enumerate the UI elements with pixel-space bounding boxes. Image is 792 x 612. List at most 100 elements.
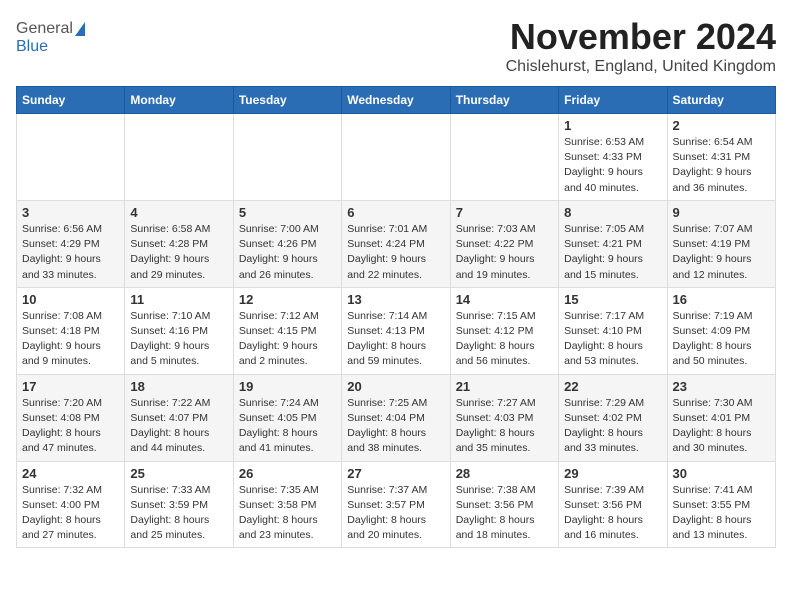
location-title: Chislehurst, England, United Kingdom	[506, 58, 776, 76]
day-info: Sunrise: 7:37 AM Sunset: 3:57 PM Dayligh…	[347, 483, 444, 544]
calendar-cell: 23 Sunrise: 7:30 AM Sunset: 4:01 PM Dayli…	[667, 374, 775, 461]
title-area: November 2024 Chislehurst, England, Unit…	[506, 16, 776, 76]
calendar-cell: 14 Sunrise: 7:15 AM Sunset: 4:12 PM Dayli…	[450, 287, 558, 374]
day-number: 2	[673, 118, 770, 133]
day-info: Sunrise: 7:17 AM Sunset: 4:10 PM Dayligh…	[564, 309, 661, 370]
day-info: Sunrise: 6:58 AM Sunset: 4:28 PM Dayligh…	[130, 222, 227, 283]
calendar-cell: 1Sunrise: 6:53 AM Sunset: 4:33 PM Daylig…	[559, 114, 667, 201]
day-info: Sunrise: 7:32 AM Sunset: 4:00 PM Dayligh…	[22, 483, 119, 544]
day-info: Sunrise: 7:22 AM Sunset: 4:07 PM Dayligh…	[130, 396, 227, 457]
logo-triangle-icon	[75, 22, 85, 36]
day-number: 3	[22, 205, 119, 220]
day-number: 11	[130, 292, 227, 307]
day-info: Sunrise: 7:12 AM Sunset: 4:15 PM Dayligh…	[239, 309, 336, 370]
col-saturday: Saturday	[667, 87, 775, 114]
day-info: Sunrise: 7:19 AM Sunset: 4:09 PM Dayligh…	[673, 309, 770, 370]
day-info: Sunrise: 6:56 AM Sunset: 4:29 PM Dayligh…	[22, 222, 119, 283]
calendar-cell: 20Sunrise: 7:25 AM Sunset: 4:04 PM Dayli…	[342, 374, 450, 461]
col-sunday: Sunday	[17, 87, 125, 114]
calendar-cell: 19 Sunrise: 7:24 AM Sunset: 4:05 PM Dayli…	[233, 374, 341, 461]
day-info: Sunrise: 7:24 AM Sunset: 4:05 PM Dayligh…	[239, 396, 336, 457]
day-info: Sunrise: 7:29 AM Sunset: 4:02 PM Dayligh…	[564, 396, 661, 457]
day-number: 27	[347, 466, 444, 481]
day-number: 14	[456, 292, 553, 307]
calendar-cell: 4 Sunrise: 6:58 AM Sunset: 4:28 PM Daylig…	[125, 200, 233, 287]
logo: General Blue	[16, 20, 85, 56]
day-number: 9	[673, 205, 770, 220]
calendar-cell: 5 Sunrise: 7:00 AM Sunset: 4:26 PM Daylig…	[233, 200, 341, 287]
calendar-cell: 22 Sunrise: 7:29 AM Sunset: 4:02 PM Dayli…	[559, 374, 667, 461]
day-info: Sunrise: 7:01 AM Sunset: 4:24 PM Dayligh…	[347, 222, 444, 283]
calendar-cell: 16 Sunrise: 7:19 AM Sunset: 4:09 PM Dayli…	[667, 287, 775, 374]
day-number: 4	[130, 205, 227, 220]
logo-general-text: General	[16, 20, 73, 38]
calendar-week-row: 3 Sunrise: 6:56 AM Sunset: 4:29 PM Daylig…	[17, 200, 776, 287]
day-info: Sunrise: 6:54 AM Sunset: 4:31 PM Dayligh…	[673, 135, 770, 196]
day-info: Sunrise: 7:25 AM Sunset: 4:04 PM Dayligh…	[347, 396, 444, 457]
day-number: 26	[239, 466, 336, 481]
col-tuesday: Tuesday	[233, 87, 341, 114]
day-number: 13	[347, 292, 444, 307]
day-number: 5	[239, 205, 336, 220]
day-number: 18	[130, 379, 227, 394]
day-number: 12	[239, 292, 336, 307]
calendar-week-row: 24Sunrise: 7:32 AM Sunset: 4:00 PM Dayli…	[17, 461, 776, 548]
day-info: Sunrise: 7:30 AM Sunset: 4:01 PM Dayligh…	[673, 396, 770, 457]
day-number: 8	[564, 205, 661, 220]
calendar-week-row: 17Sunrise: 7:20 AM Sunset: 4:08 PM Dayli…	[17, 374, 776, 461]
day-info: Sunrise: 7:00 AM Sunset: 4:26 PM Dayligh…	[239, 222, 336, 283]
day-number: 22	[564, 379, 661, 394]
day-number: 10	[22, 292, 119, 307]
col-thursday: Thursday	[450, 87, 558, 114]
day-number: 25	[130, 466, 227, 481]
day-info: Sunrise: 7:07 AM Sunset: 4:19 PM Dayligh…	[673, 222, 770, 283]
calendar-cell: 27 Sunrise: 7:37 AM Sunset: 3:57 PM Dayli…	[342, 461, 450, 548]
calendar-table: Sunday Monday Tuesday Wednesday Thursday…	[16, 86, 776, 548]
calendar-cell	[125, 114, 233, 201]
calendar-cell: 12 Sunrise: 7:12 AM Sunset: 4:15 PM Dayli…	[233, 287, 341, 374]
day-info: Sunrise: 7:41 AM Sunset: 3:55 PM Dayligh…	[673, 483, 770, 544]
calendar-cell: 17Sunrise: 7:20 AM Sunset: 4:08 PM Dayli…	[17, 374, 125, 461]
col-wednesday: Wednesday	[342, 87, 450, 114]
header-row: Sunday Monday Tuesday Wednesday Thursday…	[17, 87, 776, 114]
calendar-cell: 6 Sunrise: 7:01 AM Sunset: 4:24 PM Daylig…	[342, 200, 450, 287]
calendar-week-row: 10 Sunrise: 7:08 AM Sunset: 4:18 PM Dayli…	[17, 287, 776, 374]
col-friday: Friday	[559, 87, 667, 114]
day-number: 29	[564, 466, 661, 481]
logo-blue-text: Blue	[16, 38, 48, 56]
day-number: 28	[456, 466, 553, 481]
calendar-cell: 8Sunrise: 7:05 AM Sunset: 4:21 PM Daylig…	[559, 200, 667, 287]
calendar-cell: 24Sunrise: 7:32 AM Sunset: 4:00 PM Dayli…	[17, 461, 125, 548]
day-number: 19	[239, 379, 336, 394]
day-info: Sunrise: 7:33 AM Sunset: 3:59 PM Dayligh…	[130, 483, 227, 544]
calendar-cell	[233, 114, 341, 201]
calendar-cell: 13Sunrise: 7:14 AM Sunset: 4:13 PM Dayli…	[342, 287, 450, 374]
month-title: November 2024	[506, 16, 776, 58]
day-number: 6	[347, 205, 444, 220]
calendar-cell	[342, 114, 450, 201]
calendar-cell: 26Sunrise: 7:35 AM Sunset: 3:58 PM Dayli…	[233, 461, 341, 548]
day-number: 23	[673, 379, 770, 394]
calendar-cell: 7 Sunrise: 7:03 AM Sunset: 4:22 PM Daylig…	[450, 200, 558, 287]
col-monday: Monday	[125, 87, 233, 114]
day-number: 1	[564, 118, 661, 133]
day-number: 16	[673, 292, 770, 307]
calendar-cell: 18 Sunrise: 7:22 AM Sunset: 4:07 PM Dayli…	[125, 374, 233, 461]
day-info: Sunrise: 7:15 AM Sunset: 4:12 PM Dayligh…	[456, 309, 553, 370]
calendar-week-row: 1Sunrise: 6:53 AM Sunset: 4:33 PM Daylig…	[17, 114, 776, 201]
calendar-cell: 11Sunrise: 7:10 AM Sunset: 4:16 PM Dayli…	[125, 287, 233, 374]
day-number: 30	[673, 466, 770, 481]
day-info: Sunrise: 7:38 AM Sunset: 3:56 PM Dayligh…	[456, 483, 553, 544]
calendar-body: 1Sunrise: 6:53 AM Sunset: 4:33 PM Daylig…	[17, 114, 776, 548]
calendar-cell: 30 Sunrise: 7:41 AM Sunset: 3:55 PM Dayli…	[667, 461, 775, 548]
day-info: Sunrise: 7:03 AM Sunset: 4:22 PM Dayligh…	[456, 222, 553, 283]
day-info: Sunrise: 7:39 AM Sunset: 3:56 PM Dayligh…	[564, 483, 661, 544]
day-info: Sunrise: 7:08 AM Sunset: 4:18 PM Dayligh…	[22, 309, 119, 370]
calendar-cell	[17, 114, 125, 201]
page-header: General Blue November 2024 Chislehurst, …	[16, 16, 776, 76]
day-number: 7	[456, 205, 553, 220]
calendar-cell: 25 Sunrise: 7:33 AM Sunset: 3:59 PM Dayli…	[125, 461, 233, 548]
day-number: 21	[456, 379, 553, 394]
day-info: Sunrise: 7:27 AM Sunset: 4:03 PM Dayligh…	[456, 396, 553, 457]
day-number: 15	[564, 292, 661, 307]
